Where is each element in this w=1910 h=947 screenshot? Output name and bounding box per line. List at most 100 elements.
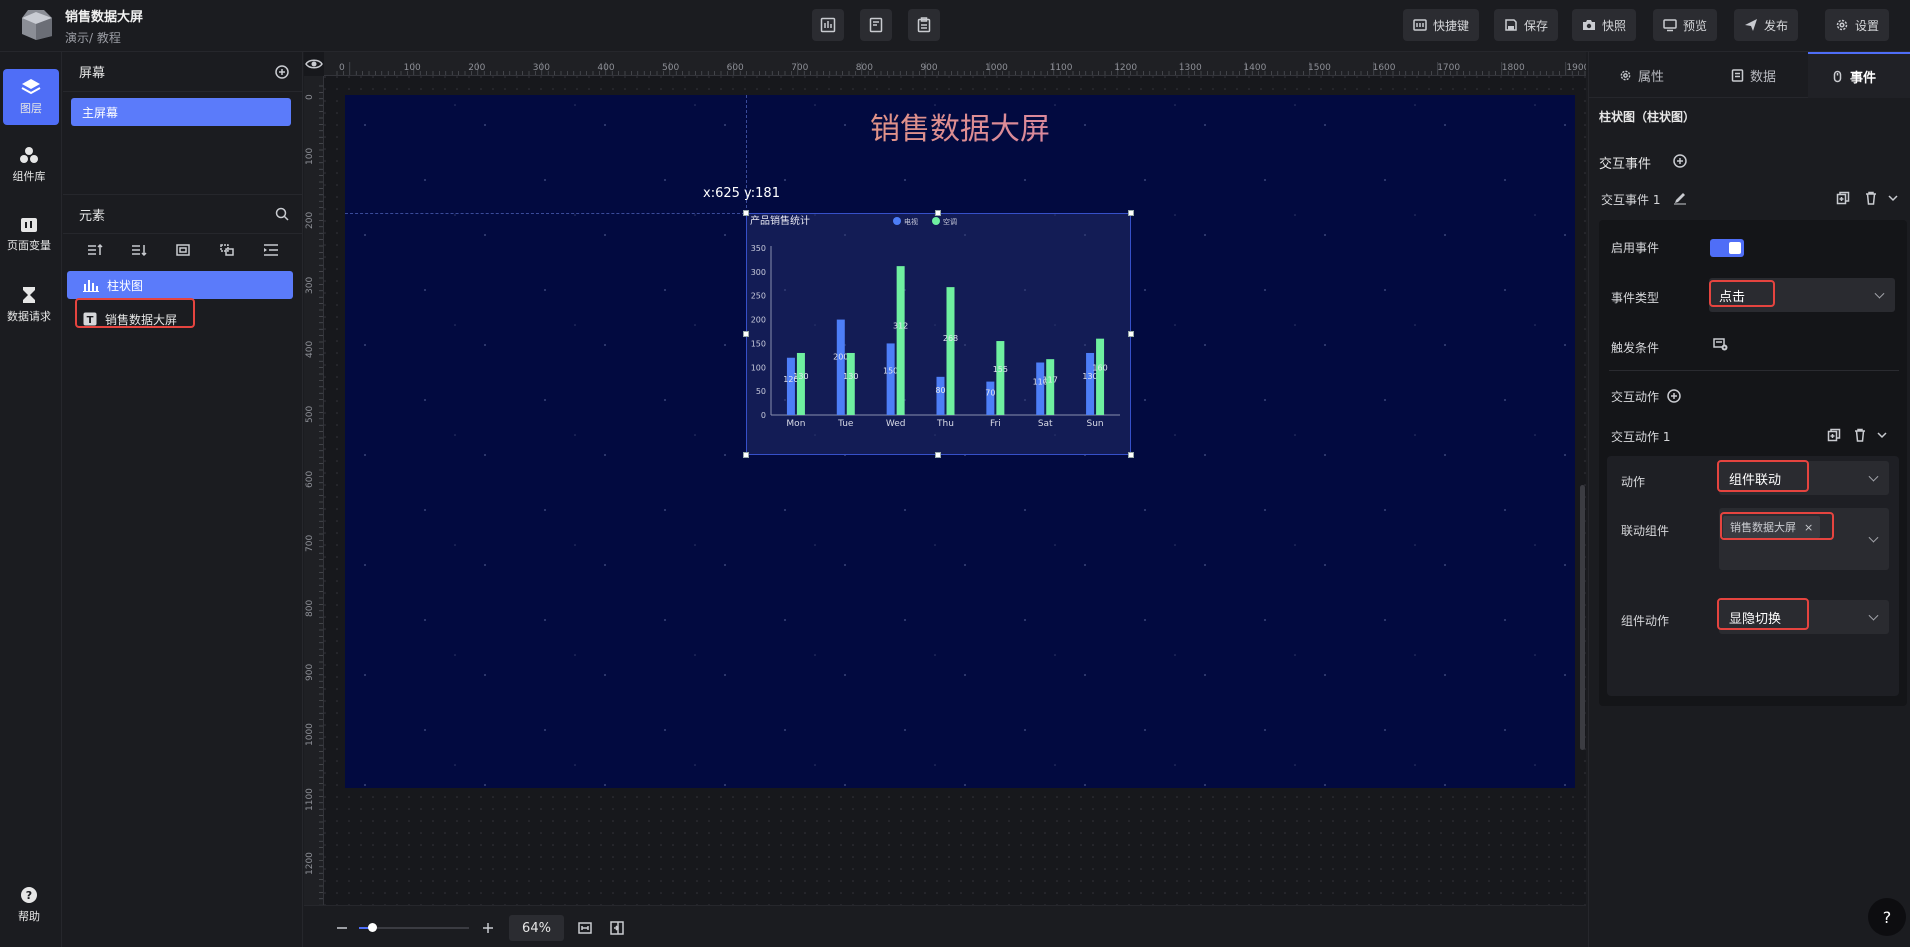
zoom-out-icon[interactable] — [336, 922, 348, 934]
resize-handle-sw[interactable] — [743, 452, 749, 458]
y-tick-label: 0 — [761, 411, 766, 420]
delete-icon[interactable] — [1864, 191, 1878, 205]
data-icon — [1731, 68, 1744, 82]
nav-help[interactable]: ? 帮助 — [1, 877, 57, 933]
canvas-title-text[interactable]: 销售数据大屏 — [345, 104, 1575, 148]
ruler-top-label: 900 — [920, 63, 938, 73]
nav-page-variables[interactable]: 页面变量 — [1, 207, 57, 263]
elements-title: 元素 — [79, 208, 106, 224]
copy-icon[interactable] — [1836, 191, 1850, 205]
element-item-bar-chart[interactable]: 柱状图 — [67, 271, 293, 299]
ruler-top-label: 600 — [726, 63, 744, 73]
resize-handle-s[interactable] — [935, 452, 941, 458]
publish-button[interactable]: 发布 — [1734, 9, 1799, 41]
bar — [796, 352, 805, 415]
nav-components[interactable]: 组件库 — [1, 137, 57, 193]
zoom-slider-thumb[interactable] — [368, 923, 377, 932]
chevron-down-icon[interactable] — [1888, 193, 1898, 203]
bar — [1036, 362, 1045, 415]
x-tick-label: Sat — [1038, 419, 1053, 429]
send-icon — [1745, 19, 1757, 31]
bar-value-label: 70 — [985, 389, 995, 398]
y-tick-label: 250 — [751, 292, 766, 301]
workspace-scrollbar[interactable] — [1580, 485, 1585, 750]
resize-handle-e[interactable] — [1128, 331, 1134, 337]
clipboard-tool-button[interactable] — [908, 9, 940, 41]
zoom-in-icon[interactable] — [482, 922, 494, 934]
resize-handle-ne[interactable] — [1128, 210, 1134, 216]
ruler-left-label: 0 — [305, 94, 315, 100]
tab-properties[interactable]: 属性 — [1619, 52, 1664, 98]
snapshot-button[interactable]: 快照 — [1572, 9, 1637, 41]
resize-handle-w[interactable] — [743, 331, 749, 337]
screen-item-main[interactable]: 主屏幕 — [71, 98, 291, 126]
add-action-icon[interactable] — [1667, 389, 1681, 403]
preview-button[interactable]: 预览 — [1653, 9, 1718, 41]
indent-icon[interactable] — [263, 243, 279, 257]
variables-icon — [21, 218, 37, 232]
event-card: 启用事件 事件类型 点击 触发条件 交互动作 交互动作 1 动作 组件联动 联动… — [1599, 220, 1907, 706]
shortcut-button[interactable]: 快捷键 — [1403, 9, 1480, 41]
move-up-icon[interactable] — [87, 243, 103, 257]
highlight-box — [1717, 598, 1809, 630]
svg-text:?: ? — [26, 889, 32, 902]
zoom-bar: 64% — [304, 905, 1586, 947]
chevron-down-icon[interactable] — [1877, 430, 1887, 440]
resize-handle-nw[interactable] — [743, 210, 749, 216]
add-screen-icon[interactable] — [275, 64, 289, 79]
bar — [936, 376, 945, 415]
zoom-slider-track[interactable] — [359, 923, 469, 932]
ruler-top-label: 100 — [403, 63, 421, 73]
copy-icon[interactable] — [1827, 428, 1841, 442]
bar-value-label: 130 — [1082, 372, 1097, 381]
nav-components-label: 组件库 — [12, 170, 46, 183]
resize-handle-n[interactable] — [935, 210, 941, 216]
nav-data-requests[interactable]: 数据请求 — [1, 277, 57, 333]
ruler-left-label: 1100 — [305, 787, 315, 811]
help-button[interactable]: ? — [1868, 898, 1906, 936]
bar-value-label: 268 — [943, 334, 958, 343]
enable-event-toggle[interactable] — [1710, 239, 1744, 257]
tab-properties-label: 属性 — [1638, 69, 1665, 85]
layer-tools — [63, 234, 303, 266]
doc-tool-button[interactable] — [860, 9, 892, 41]
search-icon[interactable] — [275, 207, 289, 221]
interaction-events-title: 交互事件 — [1599, 157, 1652, 172]
bar — [946, 287, 955, 415]
screens-title: 屏幕 — [79, 66, 106, 81]
hourglass-icon — [23, 287, 35, 303]
nav-layers[interactable]: 图层 — [3, 69, 59, 125]
condition-settings-icon[interactable] — [1713, 338, 1729, 352]
move-down-icon[interactable] — [131, 243, 147, 257]
settings-button[interactable]: 设置 — [1825, 9, 1890, 41]
edit-icon[interactable] — [1673, 191, 1687, 205]
publish-label: 发布 — [1764, 18, 1789, 33]
bar-chart-component[interactable]: 产品销售统计 电视 空调 0 50 100 150 200 250 300 350 120 130 Mon… — [746, 213, 1131, 455]
zoom-value[interactable]: 64% — [509, 915, 564, 941]
save-button[interactable]: 保存 — [1494, 9, 1559, 41]
x-tick-label: Thu — [936, 419, 954, 429]
ruler-top-label: 1000 — [985, 63, 1008, 73]
ruler-top-label: 400 — [597, 63, 615, 73]
chevron-down-icon — [1868, 471, 1879, 482]
add-event-icon[interactable] — [1673, 154, 1687, 168]
chart-tool-button[interactable] — [812, 9, 844, 41]
fit-width-icon[interactable] — [610, 921, 624, 935]
group-icon[interactable] — [175, 243, 191, 257]
element-item-bar-chart-label: 柱状图 — [107, 278, 144, 293]
y-tick-label: 100 — [751, 363, 766, 372]
delete-icon[interactable] — [1853, 428, 1867, 442]
screen-canvas[interactable]: 销售数据大屏 x:625 y:181 产品销售统计 电视 空调 0 50 100 150 20… — [345, 95, 1575, 788]
eye-icon[interactable] — [304, 52, 324, 76]
tab-events[interactable]: 事件 — [1808, 52, 1910, 98]
resize-handle-se[interactable] — [1128, 452, 1134, 458]
ungroup-icon[interactable] — [219, 243, 235, 257]
gear-icon — [1836, 19, 1848, 31]
linked-component-label: 联动组件 — [1621, 524, 1670, 538]
ruler-top-label: 1200 — [1114, 63, 1138, 73]
fit-screen-icon[interactable] — [578, 921, 592, 935]
bar — [1096, 338, 1105, 415]
document-icon — [869, 17, 883, 33]
tab-data[interactable]: 数据 — [1731, 52, 1776, 98]
legend-swatch — [893, 217, 901, 225]
